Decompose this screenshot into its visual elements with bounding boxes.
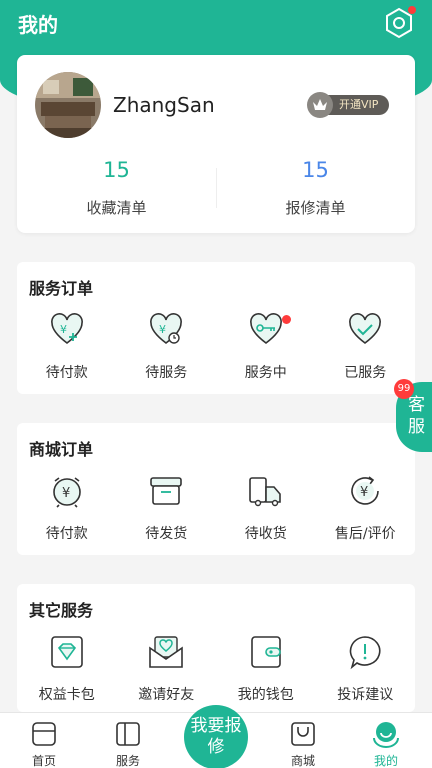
benefit-card-wallet[interactable]: 权益卡包 [17, 632, 117, 704]
service-in-progress[interactable]: 服务中 [216, 310, 316, 382]
my-wallet[interactable]: 我的钱包 [216, 632, 316, 704]
speech-exclamation-icon [316, 632, 416, 672]
tab-home[interactable]: 首页 [14, 719, 74, 768]
mall-pending-shipment[interactable]: 待发货 [117, 471, 217, 543]
home-icon [14, 719, 74, 749]
vip-label: 开通VIP [339, 98, 379, 111]
mall-after-sales-review[interactable]: ¥ 售后/评价 [316, 471, 416, 543]
heart-yen-plus-icon: ¥ [17, 310, 117, 350]
service-icon [98, 719, 158, 749]
favorites-stat[interactable]: 15 收藏清单 [17, 155, 216, 218]
mall-pending-payment[interactable]: ¥ 待付款 [17, 471, 117, 543]
crown-icon [307, 92, 333, 118]
heart-check-icon [316, 310, 416, 350]
box-icon [117, 471, 217, 511]
unread-badge: 99 [394, 379, 414, 399]
favorites-count: 15 [103, 158, 130, 182]
notification-dot [282, 315, 291, 324]
yen-refund-icon: ¥ [316, 471, 416, 511]
username: ZhangSan [113, 93, 215, 117]
notification-dot [408, 6, 416, 14]
diamond-card-icon [17, 632, 117, 672]
service-pending-payment[interactable]: ¥ 待付款 [17, 310, 117, 382]
shopping-bag-icon [273, 719, 333, 749]
repairs-count: 15 [302, 158, 329, 182]
user-smile-icon [356, 719, 416, 749]
profile-card: ZhangSan 开通VIP 15 收藏清单 15 报修清单 [17, 55, 415, 233]
repair-request-button[interactable]: 我要报修 [184, 705, 248, 768]
svg-text:¥: ¥ [159, 323, 166, 336]
settings-button[interactable] [382, 6, 416, 40]
tab-mall[interactable]: 商城 [273, 719, 333, 768]
page-title: 我的 [18, 13, 58, 37]
svg-text:¥: ¥ [62, 486, 70, 501]
complaints-suggestions[interactable]: 投诉建议 [316, 632, 416, 704]
section-title: 其它服务 [29, 601, 94, 620]
repair-label: 我要报修 [190, 716, 242, 757]
svg-text:¥: ¥ [60, 323, 67, 336]
service-orders-section: 服务订单 ¥ 待付款 ¥ 待服务 服务中 已服务 [17, 262, 415, 394]
tab-service[interactable]: 服务 [98, 719, 158, 768]
vip-button[interactable]: 开通VIP [307, 92, 389, 118]
mall-orders-section: 商城订单 ¥ 待付款 待发货 待收货 ¥ 售后/评价 [17, 423, 415, 555]
tab-me[interactable]: 我的 [356, 719, 416, 768]
section-title: 商城订单 [29, 440, 94, 459]
service-completed[interactable]: 已服务 [316, 310, 416, 382]
section-title: 服务订单 [29, 279, 94, 298]
repairs-label: 报修清单 [285, 199, 346, 217]
envelope-heart-icon [117, 632, 217, 672]
svg-text:¥: ¥ [360, 485, 368, 500]
service-pending-service[interactable]: ¥ 待服务 [117, 310, 217, 382]
wallet-icon [216, 632, 316, 672]
truck-icon [216, 471, 316, 511]
heart-yen-clock-icon: ¥ [117, 310, 217, 350]
repairs-stat[interactable]: 15 报修清单 [216, 155, 415, 218]
heart-key-icon [216, 310, 316, 350]
other-services-section: 其它服务 权益卡包 邀请好友 我的钱包 投诉建议 [17, 584, 415, 712]
invite-friends[interactable]: 邀请好友 [117, 632, 217, 704]
mall-pending-receipt[interactable]: 待收货 [216, 471, 316, 543]
avatar[interactable] [35, 72, 101, 138]
favorites-label: 收藏清单 [86, 199, 147, 217]
yen-clock-icon: ¥ [17, 471, 117, 511]
